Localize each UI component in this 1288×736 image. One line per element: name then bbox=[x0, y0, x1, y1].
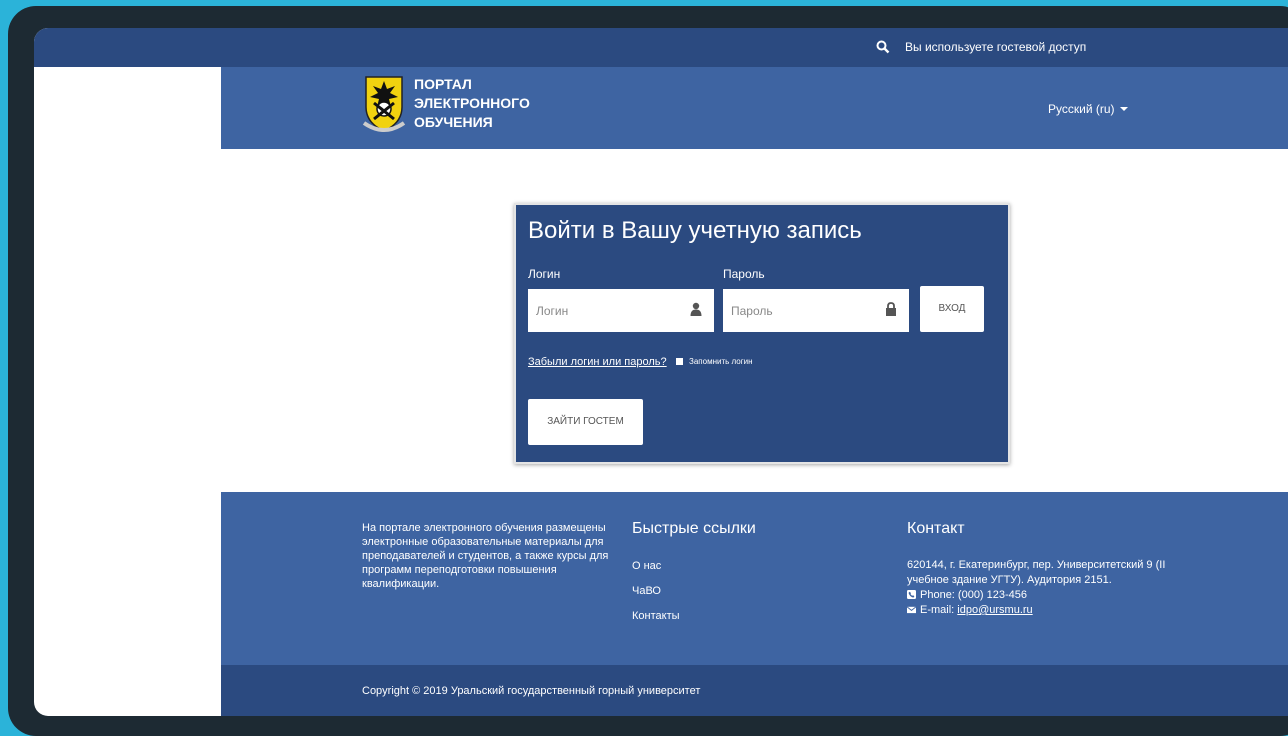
phone-icon bbox=[907, 590, 916, 599]
browser-viewport: Вы используете гостевой доступ ПОРТАЛ ЭЛ… bbox=[34, 28, 1288, 716]
contact-phone: Phone: (000) 123-456 bbox=[907, 588, 1197, 603]
site-header: ПОРТАЛ ЭЛЕКТРОННОГО ОБУЧЕНИЯ Русский (ru… bbox=[221, 67, 1288, 149]
language-selector[interactable]: Русский (ru) bbox=[1048, 102, 1128, 116]
portal-title-line-3: ОБУЧЕНИЯ bbox=[414, 114, 493, 130]
university-logo[interactable] bbox=[362, 73, 406, 139]
quick-links-title: Быстрые ссылки bbox=[632, 520, 756, 537]
device-frame: Вы используете гостевой доступ ПОРТАЛ ЭЛ… bbox=[8, 6, 1288, 736]
login-title: Войти в Вашу учетную запись bbox=[528, 217, 862, 244]
password-label: Пароль bbox=[723, 267, 765, 281]
contact-phone-text: Phone: (000) 123-456 bbox=[920, 589, 1028, 601]
remember-login-label: Запомнить логин bbox=[689, 357, 753, 366]
user-icon bbox=[690, 302, 702, 316]
password-input[interactable]: Пароль bbox=[723, 289, 909, 332]
contact-info: 620144, г. Екатеринбург, пер. Университе… bbox=[907, 558, 1197, 618]
contact-email-link[interactable]: idpo@ursmu.ru bbox=[957, 604, 1032, 616]
password-placeholder: Пароль bbox=[731, 304, 773, 318]
login-panel: Войти в Вашу учетную запись Логин Пароль… bbox=[514, 203, 1010, 464]
language-label: Русский (ru) bbox=[1048, 102, 1115, 116]
lock-icon bbox=[886, 302, 896, 316]
contact-email: E-mail: idpo@ursmu.ru bbox=[907, 603, 1197, 618]
quick-links-list: О нас ЧаВО Контакты bbox=[632, 560, 680, 635]
login-button[interactable]: ВХОД bbox=[920, 286, 984, 332]
search-icon[interactable] bbox=[876, 40, 890, 54]
footer-about-text: На портале электронного обучения размеще… bbox=[362, 522, 609, 590]
portal-title-line-2: ЭЛЕКТРОННОГО bbox=[414, 95, 530, 111]
site-footer: На портале электронного обучения размеще… bbox=[221, 492, 1288, 665]
envelope-icon bbox=[907, 606, 916, 614]
copyright-bar: Copyright © 2019 Уральский государственн… bbox=[221, 665, 1288, 716]
contact-title: Контакт bbox=[907, 520, 965, 537]
footer-link-about[interactable]: О нас bbox=[632, 560, 680, 572]
username-placeholder: Логин bbox=[536, 304, 569, 318]
top-navbar: Вы используете гостевой доступ bbox=[34, 28, 1288, 67]
contact-address: 620144, г. Екатеринбург, пер. Университе… bbox=[907, 559, 1166, 586]
contact-email-label: E-mail: bbox=[920, 604, 955, 616]
portal-title-line-1: ПОРТАЛ bbox=[414, 76, 472, 92]
username-input[interactable]: Логин bbox=[528, 289, 714, 332]
copyright-text: Copyright © 2019 Уральский государственн… bbox=[362, 685, 701, 697]
username-label: Логин bbox=[528, 267, 561, 281]
guest-access-text: Вы используете гостевой доступ bbox=[905, 40, 1087, 54]
caret-down-icon bbox=[1119, 107, 1128, 111]
remember-login-checkbox[interactable]: Запомнить логин bbox=[676, 357, 753, 366]
forgot-credentials-link[interactable]: Забыли логин или пароль? bbox=[528, 356, 667, 368]
footer-link-contacts[interactable]: Контакты bbox=[632, 610, 680, 622]
guest-login-button[interactable]: ЗАЙТИ ГОСТЕМ bbox=[528, 399, 643, 445]
portal-title[interactable]: ПОРТАЛ ЭЛЕКТРОННОГО ОБУЧЕНИЯ bbox=[414, 75, 530, 132]
checkbox-box[interactable] bbox=[676, 358, 683, 365]
footer-link-faq[interactable]: ЧаВО bbox=[632, 585, 680, 597]
